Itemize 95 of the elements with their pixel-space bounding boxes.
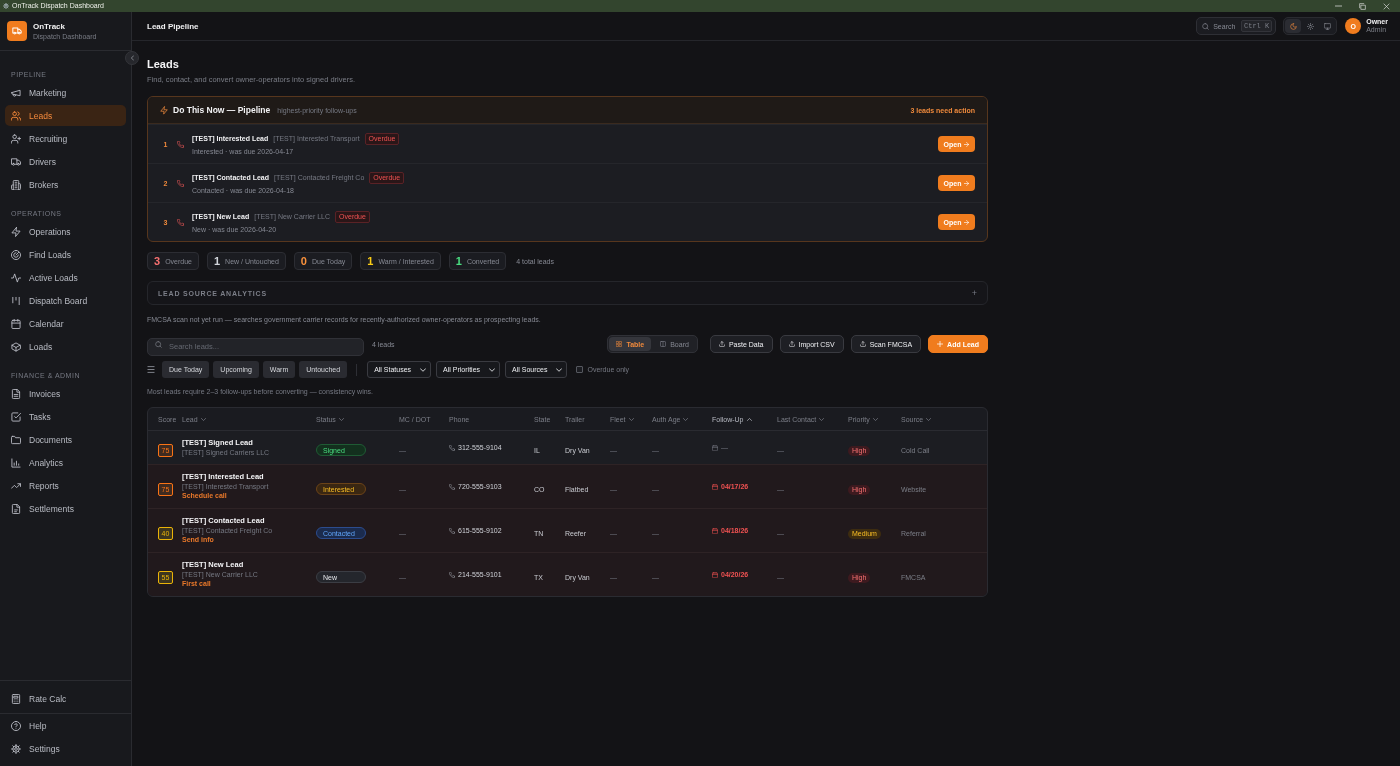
settings-icon [11, 743, 21, 754]
sidebar-item[interactable]: Rate Calc [5, 688, 126, 709]
document-icon [11, 503, 21, 514]
checkbox[interactable] [576, 366, 584, 373]
chevron-down-icon [819, 417, 825, 421]
sun-icon [1306, 22, 1314, 30]
stat-value: 0 [300, 255, 307, 267]
kanban-icon [11, 295, 21, 306]
sidebar-item[interactable]: Leads [5, 105, 126, 126]
page-title: Leads [147, 57, 180, 71]
help-icon [11, 720, 21, 731]
calendar-icon [712, 571, 718, 578]
brand-name: OnTrack [33, 21, 66, 32]
bar-chart-icon [11, 457, 21, 468]
list-icon [147, 366, 155, 373]
sidebar-item[interactable]: Operations [5, 221, 126, 242]
chevron-left-icon [130, 55, 134, 61]
chevron-down-icon [420, 367, 427, 372]
restore-icon[interactable] [1359, 2, 1366, 10]
close-icon[interactable] [1383, 2, 1390, 10]
arrow-right-icon [964, 180, 970, 186]
chevron-down-icon [683, 417, 689, 421]
radar-icon [11, 249, 21, 260]
chevron-up-icon [746, 417, 752, 421]
calculator-icon [11, 693, 21, 704]
arrow-right-icon [964, 141, 970, 147]
chevron-down-icon [926, 417, 932, 421]
users-icon [11, 110, 21, 121]
document-icon [11, 388, 21, 399]
calendar-icon [11, 318, 21, 329]
collapse-button[interactable] [125, 51, 139, 65]
chevron-down-icon [338, 417, 344, 421]
user-plus-icon [11, 133, 21, 144]
sidebar-item[interactable]: Analytics [5, 452, 126, 473]
sidebar-item[interactable]: Reports [5, 475, 126, 496]
sidebar-item[interactable]: Find Loads [5, 244, 126, 265]
theme-toggle[interactable] [1285, 19, 1302, 33]
phone-icon [177, 218, 184, 226]
chevron-down-icon [556, 367, 563, 372]
lightning-icon [160, 105, 168, 115]
stat-value: 1 [367, 255, 374, 267]
box-icon [11, 341, 21, 352]
sidebar-item[interactable]: Calendar [5, 313, 126, 334]
board-icon [660, 341, 667, 347]
grid-icon [616, 341, 623, 347]
truck-icon [11, 156, 21, 167]
calendar-icon [712, 527, 718, 534]
sidebar-item[interactable]: Help [5, 715, 126, 736]
upload-icon [859, 341, 866, 347]
stat-value: 1 [455, 255, 462, 267]
chevron-down-icon [628, 417, 634, 421]
sidebar-item[interactable]: Settings [5, 738, 126, 759]
phone-icon [449, 571, 455, 578]
sidebar-item[interactable]: Active Loads [5, 267, 126, 288]
upload-icon [718, 341, 725, 347]
folder-icon [11, 434, 21, 445]
sidebar-item[interactable]: Settlements [5, 498, 126, 519]
phone-icon [177, 140, 184, 148]
chevron-down-icon [872, 417, 878, 421]
sidebar-item[interactable]: Recruiting [5, 128, 126, 149]
sidebar-item[interactable]: Marketing [5, 82, 126, 103]
sidebar-item[interactable]: Brokers [5, 174, 126, 195]
check-square-icon [11, 411, 21, 422]
calendar-icon [712, 444, 718, 451]
plus-icon [937, 341, 944, 347]
stat-value: 3 [154, 255, 161, 267]
sidebar-item[interactable]: Documents [5, 429, 126, 450]
monitor-icon [1323, 22, 1331, 30]
phone-icon [177, 179, 184, 187]
calendar-icon [712, 483, 718, 490]
expand-toggle[interactable]: + [971, 288, 977, 298]
building-icon [11, 179, 21, 190]
sidebar-item[interactable]: Invoices [5, 383, 126, 404]
page-header-title: Lead Pipeline [147, 21, 199, 31]
gear-icon [3, 3, 9, 9]
megaphone-icon [11, 87, 21, 98]
trend-up-icon [11, 480, 21, 491]
moon-icon [1289, 22, 1297, 30]
truck-logo-icon [7, 21, 27, 41]
chevron-down-icon [200, 417, 206, 421]
upload-icon [788, 341, 795, 347]
sidebar-item[interactable]: Dispatch Board [5, 290, 126, 311]
sidebar-item[interactable]: Drivers [5, 151, 126, 172]
search-icon [1202, 22, 1210, 30]
phone-icon [449, 483, 455, 490]
phone-icon [449, 527, 455, 534]
panel-title: Do This Now — Pipeline [173, 105, 271, 115]
phone-icon [449, 444, 455, 451]
chevron-down-icon [489, 367, 496, 372]
sidebar-item[interactable]: Tasks [5, 406, 126, 427]
pulse-icon [11, 272, 21, 283]
sidebar-item[interactable]: Loads [5, 336, 126, 357]
lightning-icon [11, 226, 21, 237]
stat-value: 1 [214, 255, 221, 267]
arrow-right-icon [964, 219, 970, 225]
